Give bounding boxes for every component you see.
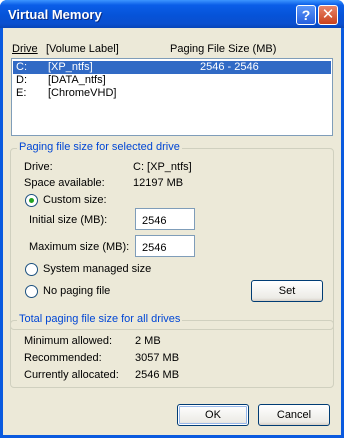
initial-size-label: Initial size (MB): [29,214,108,226]
no-paging-file-label[interactable]: No paging file [43,285,110,297]
window-title: Virtual Memory [8,7,102,22]
close-icon: ✕ [321,6,335,23]
virtual-memory-window: Virtual Memory ? ✕ Drive [Volume Label] … [0,0,344,438]
cancel-button[interactable]: Cancel [258,404,330,426]
custom-size-label[interactable]: Custom size: [43,194,107,206]
system-managed-label[interactable]: System managed size [43,263,151,275]
paging-size-column-header: Paging File Size (MB) [170,43,277,55]
drive-row-e[interactable]: E: [ChromeVHD] [13,87,331,100]
drive-volume-label: [DATA_ntfs] [48,74,106,86]
totals-group: Total paging file size for all drives Mi… [10,313,334,388]
drive-list[interactable]: C: [XP_ntfs] 2546 - 2546 D: [DATA_ntfs] … [11,58,333,136]
totals-group-title: Total paging file size for all drives [17,313,183,325]
drive-volume-label: [ChromeVHD] [48,87,117,99]
drive-row-d[interactable]: D: [DATA_ntfs] [13,74,331,87]
drive-letter: E: [16,87,27,99]
minimum-allowed-value: 2 MB [135,335,161,347]
custom-size-radio[interactable] [25,194,38,207]
volume-label-column-header: [Volume Label] [46,43,119,55]
minimum-allowed-label: Minimum allowed: [24,335,113,347]
drive-row-c[interactable]: C: [XP_ntfs] 2546 - 2546 [13,61,331,74]
title-bar[interactable]: Virtual Memory ? ✕ [0,0,344,28]
drive-column-header: Drive [12,43,38,55]
currently-allocated-label: Currently allocated: [24,369,119,381]
help-icon: ? [301,7,311,23]
currently-allocated-value: 2546 MB [135,369,180,381]
maximum-size-input[interactable] [135,235,195,257]
recommended-label: Recommended: [24,352,102,364]
drive-letter: D: [16,74,27,86]
close-button[interactable]: ✕ [318,5,338,25]
drive-value: C: [XP_ntfs] [133,161,192,173]
set-button[interactable]: Set [251,280,323,302]
recommended-value: 3057 MB [135,352,180,364]
drive-letter: C: [16,61,27,73]
help-button[interactable]: ? [296,5,316,25]
selected-drive-group-title: Paging file size for selected drive [17,141,182,153]
system-managed-radio[interactable] [25,263,38,276]
no-paging-file-radio[interactable] [25,285,38,298]
space-available-label: Space available: [24,177,105,189]
maximum-size-label: Maximum size (MB): [29,241,130,253]
drive-label: Drive: [24,161,53,173]
selected-drive-group: Paging file size for selected drive Driv… [10,141,334,330]
drive-paging-size: 2546 - 2546 [200,61,259,73]
initial-size-input[interactable] [135,208,195,230]
space-available-value: 12197 MB [133,177,184,189]
ok-button[interactable]: OK [177,404,249,426]
drive-volume-label: [XP_ntfs] [48,61,93,73]
dialog-body: Drive [Volume Label] Paging File Size (M… [3,28,341,435]
